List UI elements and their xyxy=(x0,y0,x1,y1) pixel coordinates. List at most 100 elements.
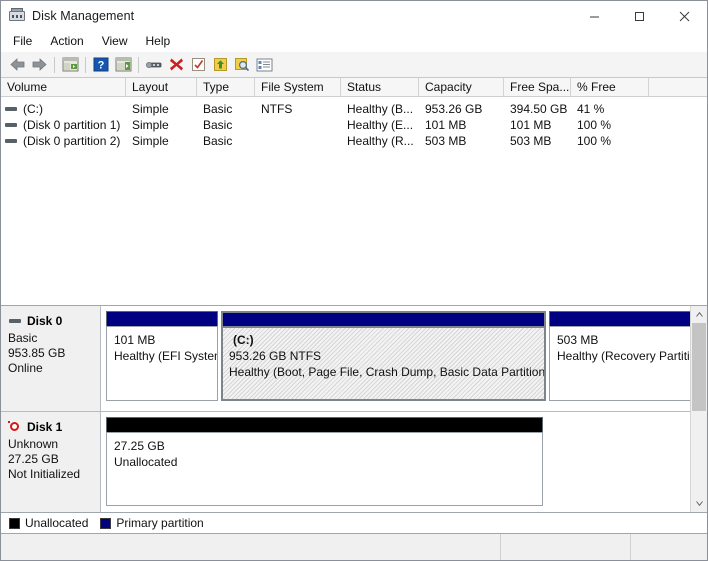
table-row[interactable]: (C:) Simple Basic NTFS Healthy (B... 953… xyxy=(1,101,707,117)
disk-partitions-1: 27.25 GB Unallocated xyxy=(101,412,690,512)
partition-label: (C:) xyxy=(233,333,254,347)
partition-legend: Unallocated Primary partition xyxy=(1,513,707,534)
disk-management-window: Disk Management File Action View Help ? … xyxy=(0,0,708,561)
scrollbar-thumb[interactable] xyxy=(692,323,706,411)
show-hide-console-tree-icon[interactable] xyxy=(59,54,81,76)
capacity-cell: 953.26 GB xyxy=(425,102,483,116)
percent-free-cell: 100 % xyxy=(577,134,612,148)
partition-status: Healthy (Boot, Page File, Crash Dump, Ba… xyxy=(229,365,546,379)
legend-label: Unallocated xyxy=(25,516,89,530)
status-bar xyxy=(1,534,707,560)
disk-info-1[interactable]: Disk 1 Unknown 27.25 GB Not Initialized xyxy=(1,412,101,512)
legend-item-unallocated: Unallocated xyxy=(9,516,88,530)
free-space-cell: 394.50 GB xyxy=(510,102,568,116)
volume-cell[interactable]: (Disk 0 partition 1) xyxy=(1,117,126,133)
close-button[interactable] xyxy=(662,1,707,31)
back-icon[interactable] xyxy=(6,54,28,76)
delete-icon[interactable] xyxy=(165,54,187,76)
disk-title-1: Disk 1 xyxy=(8,420,100,434)
percent-free-cell: 41 % xyxy=(577,102,605,116)
disk-name: Disk 1 xyxy=(27,420,63,434)
svg-text:?: ? xyxy=(98,60,105,72)
disk-name: Disk 0 xyxy=(27,314,63,328)
disk-graphic-pane: Disk 0 Basic 953.85 GB Online 101 MB Hea… xyxy=(1,306,707,513)
column-header-type[interactable]: Type xyxy=(197,78,255,96)
disk-graphic-scroll-area: Disk 0 Basic 953.85 GB Online 101 MB Hea… xyxy=(1,306,690,512)
volume-label: (Disk 0 partition 1) xyxy=(23,118,121,132)
column-header-capacity[interactable]: Capacity xyxy=(419,78,504,96)
disk-row-1[interactable]: Disk 1 Unknown 27.25 GB Not Initialized … xyxy=(1,412,690,512)
status-cell: Healthy (R... xyxy=(347,134,414,148)
partition-status: Unallocated xyxy=(114,455,178,469)
disk-error-icon xyxy=(8,421,22,433)
toolbar-separator xyxy=(54,56,55,73)
toolbar: ? xyxy=(1,52,707,78)
column-header-status[interactable]: Status xyxy=(341,78,419,96)
volume-cell[interactable]: (C:) xyxy=(1,101,126,117)
menu-action[interactable]: Action xyxy=(46,32,92,51)
volume-label: (Disk 0 partition 2) xyxy=(23,134,121,148)
window-title: Disk Management xyxy=(32,9,135,23)
column-header-layout[interactable]: Layout xyxy=(126,78,197,96)
disk-management-icon xyxy=(9,8,25,24)
volume-cell[interactable]: (Disk 0 partition 2) xyxy=(1,133,126,149)
type-cell: Basic xyxy=(203,102,233,116)
free-space-cell: 503 MB xyxy=(510,134,552,148)
column-header-file-system[interactable]: File System xyxy=(255,78,341,96)
disk-icon xyxy=(8,315,22,327)
forward-icon[interactable] xyxy=(28,54,50,76)
scrollbar-track[interactable] xyxy=(691,323,707,495)
partition-unallocated[interactable]: 27.25 GB Unallocated xyxy=(106,417,543,510)
disk-info-0[interactable]: Disk 0 Basic 953.85 GB Online xyxy=(1,306,101,411)
partition-capacity-bar xyxy=(106,417,543,432)
partition-recovery[interactable]: 503 MB Healthy (Recovery Partition xyxy=(549,311,690,405)
disk-pane-scrollbar[interactable] xyxy=(690,306,707,512)
partition-size: 503 MB xyxy=(557,333,599,347)
capacity-cell: 503 MB xyxy=(425,134,467,148)
list-view-icon[interactable] xyxy=(253,54,275,76)
menu-bar: File Action View Help xyxy=(1,31,707,52)
show-hide-action-pane-icon[interactable] xyxy=(112,54,134,76)
primary-partition-swatch xyxy=(100,517,112,529)
maximize-button[interactable] xyxy=(617,1,662,31)
type-cell: Basic xyxy=(203,118,233,132)
table-row[interactable]: (Disk 0 partition 1) Simple Basic Health… xyxy=(1,117,707,133)
menu-help[interactable]: Help xyxy=(142,32,180,51)
toolbar-separator xyxy=(85,56,86,73)
partition-status: Healthy (EFI System xyxy=(114,349,218,363)
volume-drive-icon xyxy=(5,136,17,146)
table-row[interactable]: (Disk 0 partition 2) Simple Basic Health… xyxy=(1,133,707,149)
scroll-down-icon[interactable] xyxy=(691,495,707,512)
status-cell: Healthy (B... xyxy=(347,102,414,116)
disk-title-0: Disk 0 xyxy=(8,314,100,328)
column-header-volume[interactable]: Volume xyxy=(1,78,126,96)
partition-efi[interactable]: 101 MB Healthy (EFI System xyxy=(106,311,218,405)
menu-view[interactable]: View xyxy=(98,32,137,51)
partition-body: 101 MB Healthy (EFI System xyxy=(106,326,218,401)
disk-type: Unknown xyxy=(8,437,59,451)
status-segment-2 xyxy=(501,534,631,560)
column-header-spacer xyxy=(649,78,707,96)
partition-c-drive[interactable]: (C:) 953.26 GB NTFS Healthy (Boot, Page … xyxy=(221,311,546,405)
legend-item-primary-partition: Primary partition xyxy=(100,516,204,530)
disk-row-0[interactable]: Disk 0 Basic 953.85 GB Online 101 MB Hea… xyxy=(1,306,690,412)
help-icon[interactable]: ? xyxy=(90,54,112,76)
upgrade-disk-icon[interactable] xyxy=(209,54,231,76)
file-system-cell: NTFS xyxy=(261,102,293,116)
scroll-up-icon[interactable] xyxy=(691,306,707,323)
properties-icon[interactable] xyxy=(143,54,165,76)
status-segment-1 xyxy=(1,534,501,560)
volume-list-pane[interactable]: Volume Layout Type File System Status Ca… xyxy=(1,78,707,306)
check-disk-icon[interactable] xyxy=(187,54,209,76)
column-header-free-space[interactable]: Free Spa... xyxy=(504,78,571,96)
menu-file[interactable]: File xyxy=(9,32,41,51)
title-bar[interactable]: Disk Management xyxy=(1,1,707,31)
column-header-percent-free[interactable]: % Free xyxy=(571,78,649,96)
capacity-cell: 101 MB xyxy=(425,118,467,132)
unallocated-swatch xyxy=(9,517,20,529)
minimize-button[interactable] xyxy=(572,1,617,31)
status-segment-3 xyxy=(631,534,707,560)
rescan-disks-icon[interactable] xyxy=(231,54,253,76)
partition-body: (C:) 953.26 GB NTFS Healthy (Boot, Page … xyxy=(221,326,546,401)
partition-body: 27.25 GB Unallocated xyxy=(106,432,543,506)
